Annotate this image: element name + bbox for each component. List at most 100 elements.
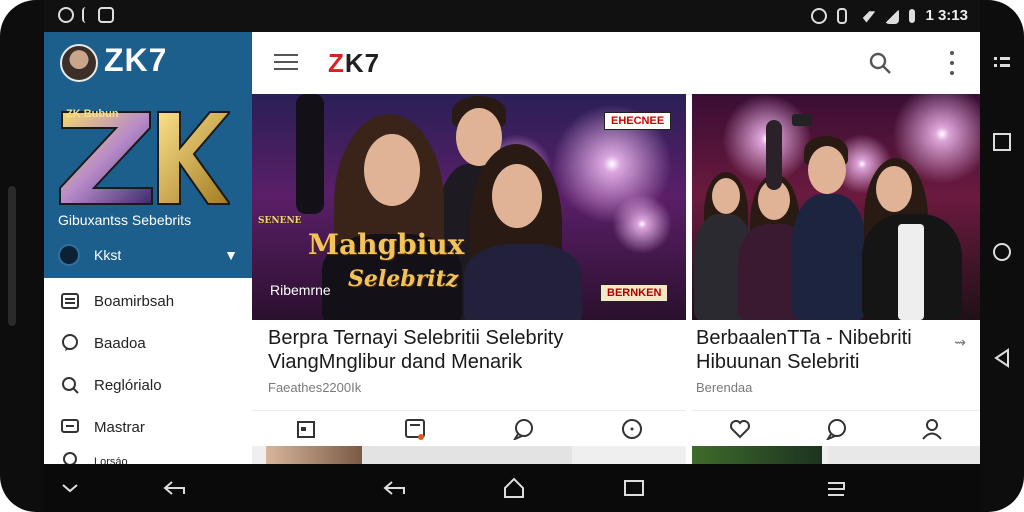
home-icon[interactable] [992, 242, 1012, 262]
image-badge-bottom: BERNKEN [600, 284, 669, 302]
next-article-preview[interactable] [692, 446, 980, 464]
back-icon[interactable] [992, 348, 1012, 368]
article-card[interactable]: BerbaalenTTa - Nibebriti Hibuunan Selebr… [692, 94, 980, 464]
info-icon[interactable] [621, 418, 643, 440]
account-avatar-icon [58, 244, 80, 266]
account-switcher[interactable]: Kkst ▼ [58, 242, 238, 268]
navigation-drawer: ZK7 ZK Bubun Gibuxantss Sebebrits Kkst ▼… [44, 32, 253, 464]
back-icon[interactable] [382, 476, 410, 500]
drawer-item-label: Lorsáo [94, 456, 128, 464]
overview-icon[interactable] [622, 476, 650, 500]
account-label: Kkst [94, 247, 122, 263]
app-title: ZK7 [328, 48, 380, 79]
thumbnail [828, 446, 980, 464]
article-title-line: Berpra Ternayi Selebritii Selebrity [268, 327, 564, 349]
vibrate-icon [837, 7, 848, 24]
person-figure [464, 244, 582, 320]
phone-in-hand [792, 114, 812, 126]
avatar[interactable] [60, 44, 98, 82]
menu-icon[interactable] [992, 52, 1012, 72]
person-face [712, 178, 740, 214]
chevron-down-icon[interactable]: ▼ [224, 247, 238, 263]
side-navigation-bar [980, 32, 1024, 464]
raised-arm [766, 120, 782, 190]
next-article-preview[interactable] [252, 446, 686, 464]
profile-icon[interactable] [921, 418, 943, 440]
article-title-line: Hibuunan Selebriti [696, 351, 860, 373]
article-meta: Berendaa [696, 380, 753, 395]
drawer-tagline: Gibuxantss Sebebrits [58, 212, 192, 228]
article-actions [252, 410, 686, 447]
person-face [808, 146, 846, 194]
signal-icon [885, 7, 900, 24]
status-time: 1 3:13 [925, 7, 968, 24]
back-icon[interactable] [162, 476, 190, 500]
article-image[interactable]: EHECNEE SENENE Mahgbiux Selebritz Ribemr… [252, 94, 686, 320]
bookmark-icon[interactable] [404, 418, 426, 440]
search-icon[interactable] [868, 51, 892, 75]
person-figure [792, 194, 866, 320]
overview-icon[interactable] [992, 132, 1012, 152]
drawer-header: ZK7 ZK Bubun Gibuxantss Sebebrits Kkst ▼ [44, 32, 252, 278]
drawer-item-label: Baadoa [94, 334, 146, 352]
article-card[interactable]: EHECNEE SENENE Mahgbiux Selebritz Ribemr… [252, 94, 686, 464]
drawer-item-baadoa[interactable]: Baadoa [44, 322, 252, 364]
settings-icon [60, 450, 80, 464]
thumbnail [266, 446, 362, 464]
app-title-accent: Z [328, 48, 345, 78]
thumbnail [362, 446, 572, 464]
drawer-brand: ZK7 [104, 42, 168, 78]
device-frame: 1 3:13 ZK7 ZK Bubun Gibuxantss Sebebrits… [0, 0, 1024, 512]
app-title-rest: K7 [344, 48, 381, 78]
drawer-item-lorsao[interactable]: Lorsáo [44, 448, 252, 464]
alarm-icon [811, 7, 828, 24]
home-icon[interactable] [502, 476, 530, 500]
overlay-title: Mahgbiux [308, 228, 465, 261]
image-icon [98, 7, 114, 23]
article-image[interactable] [692, 94, 980, 320]
logo-small-text: ZK Bubun [66, 108, 119, 120]
drawer-item-boamirbsah[interactable]: Boamirbsah [44, 280, 252, 322]
bottom-navigation-bar [44, 464, 980, 512]
drawer-item-mastrar[interactable]: Mastrar [44, 406, 252, 448]
comment-icon[interactable] [512, 418, 534, 440]
calendar-icon[interactable] [295, 418, 317, 440]
article-title[interactable]: BerbaalenTTa - Nibebriti Hibuunan Selebr… [696, 326, 912, 374]
app-bar: ZK7 [252, 32, 980, 94]
zk-logo [59, 111, 230, 205]
notification-icon [58, 7, 74, 23]
overlay-subtitle: Selebritz [348, 266, 459, 292]
person-face [364, 134, 420, 206]
image-caption: Ribemrne [270, 282, 331, 298]
drawer-item-label: Reglórialo [94, 376, 162, 394]
hamburger-menu-icon[interactable] [274, 54, 298, 72]
thumbnail [692, 446, 822, 464]
chevron-down-icon[interactable] [58, 476, 86, 500]
chat-icon [60, 334, 80, 352]
wifi-icon [857, 11, 876, 23]
stage-light [612, 194, 672, 254]
drawer-item-reglorialo[interactable]: Reglórialo [44, 364, 252, 406]
message-icon [60, 418, 80, 436]
article-meta: Faeathes2200Ik [268, 380, 362, 395]
share-icon[interactable]: ⇝ [954, 334, 966, 351]
status-bar: 1 3:13 [44, 0, 980, 32]
more-options-icon[interactable] [950, 51, 956, 75]
person-face [492, 164, 542, 228]
article-actions [692, 410, 980, 447]
battery-icon [909, 8, 916, 23]
drawer-item-label: Boamirbsah [94, 292, 175, 310]
article-title[interactable]: Berpra Ternayi Selebritii Selebrity Vian… [268, 326, 563, 374]
device-side-slot [8, 186, 16, 326]
article-title-line: ViangMnglibur dand Menarik [268, 351, 523, 373]
image-badge: EHECNEE [604, 112, 672, 130]
overlay-small-text: SENENE [258, 216, 302, 226]
drawer-item-label: Mastrar [94, 418, 145, 436]
heart-icon[interactable] [729, 418, 751, 440]
article-title-line: BerbaalenTTa - Nibebriti [696, 327, 912, 349]
raised-arm [296, 94, 324, 214]
app-screen: ZK7 ZK Bubun Gibuxantss Sebebrits Kkst ▼… [44, 32, 980, 464]
comment-icon[interactable] [825, 418, 847, 440]
person-face [876, 166, 912, 212]
menu-icon[interactable] [824, 476, 852, 500]
